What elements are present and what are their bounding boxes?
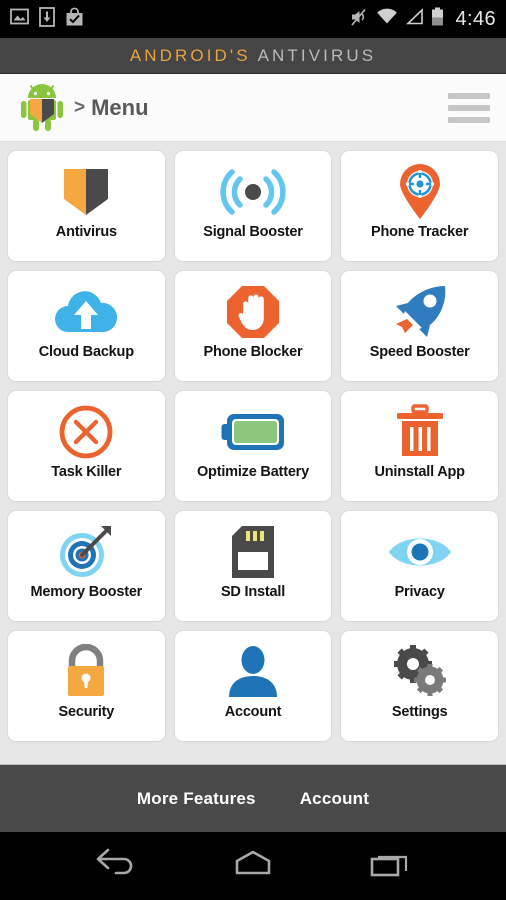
brand-title-part1: ANDROID'S [129,45,251,65]
tile-cloud-backup[interactable]: Cloud Backup [7,270,166,382]
brand-title: ANDROID'S ANTIVIRUS [130,46,376,66]
tile-label: Account [224,704,282,720]
trash-can-icon [395,402,445,462]
hamburger-bar [448,104,490,111]
tile-label: Privacy [394,584,445,600]
target-arrow-icon [57,522,115,582]
image-icon [10,7,29,31]
status-bar-left-icons [10,6,84,32]
tile-account[interactable]: Account [173,630,333,742]
tile-label: Signal Booster [203,224,303,240]
tile-privacy[interactable]: Privacy [340,510,499,622]
rocket-icon [391,282,449,342]
tile-label: Settings [391,704,448,720]
shield-icon [59,162,113,222]
tile-label: Antivirus [55,224,117,240]
hamburger-menu-icon[interactable] [448,92,490,123]
status-bar: 4:46 [0,0,506,38]
header-separator: > [74,96,86,118]
tile-uninstall-app[interactable]: Uninstall App [340,390,499,502]
download-icon [39,6,55,32]
tile-signal-booster[interactable]: Signal Booster [173,150,333,262]
wifi-icon [376,8,398,31]
eye-icon [387,522,453,582]
tile-label: Memory Booster [30,584,143,600]
play-store-bag-icon [65,7,84,32]
tile-label: SD Install [220,584,286,600]
map-pin-crosshair-icon [396,162,444,222]
tile-phone-blocker[interactable]: Phone Blocker [173,270,333,382]
tile-optimize-battery[interactable]: Optimize Battery [173,390,333,502]
menu-grid-area: Antivirus Signal Booster Phone Tracker C… [0,142,506,764]
app-root: 4:46 ANDROID'S ANTIVIRUS > Menu Antiviru… [0,0,506,900]
tile-label: Security [58,704,115,720]
menu-grid: Antivirus Signal Booster Phone Tracker C… [7,150,499,742]
tile-settings[interactable]: Settings [340,630,499,742]
tile-label: Uninstall App [374,464,466,480]
brand-bar: ANDROID'S ANTIVIRUS [0,38,506,74]
back-button[interactable] [92,847,140,886]
bottom-tab-bar: More Features Account [0,764,506,832]
mute-icon [349,7,369,32]
gears-icon [391,642,449,702]
battery-full-icon [220,402,286,462]
cloud-upload-icon [53,282,119,342]
tile-phone-tracker[interactable]: Phone Tracker [340,150,499,262]
sd-card-icon [230,522,276,582]
battery-icon [431,7,444,32]
android-shield-logo[interactable] [18,82,66,134]
hamburger-bar [448,116,490,123]
system-nav-bar [0,832,506,900]
tile-antivirus[interactable]: Antivirus [7,150,166,262]
status-bar-right-icons: 4:46 [349,7,496,32]
person-icon [225,642,281,702]
home-button[interactable] [229,847,277,886]
tile-label: Phone Tracker [370,224,469,240]
status-bar-clock: 4:46 [455,7,496,30]
tab-more-features[interactable]: More Features [137,789,256,809]
tile-label: Task Killer [51,464,122,480]
app-header: > Menu [0,74,506,142]
tile-label: Optimize Battery [196,464,309,480]
cell-signal-icon [405,7,424,31]
tile-task-killer[interactable]: Task Killer [7,390,166,502]
tile-speed-booster[interactable]: Speed Booster [340,270,499,382]
tile-security[interactable]: Security [7,630,166,742]
tile-label: Speed Booster [369,344,470,360]
tile-sd-install[interactable]: SD Install [173,510,333,622]
tile-label: Phone Blocker [203,344,303,360]
padlock-icon [60,642,112,702]
hamburger-bar [448,92,490,99]
stop-hand-icon [225,282,281,342]
page-title: Menu [91,94,149,120]
tile-label: Cloud Backup [38,344,134,360]
tile-memory-booster[interactable]: Memory Booster [7,510,166,622]
recents-button[interactable] [366,847,414,886]
brand-title-part2: ANTIVIRUS [257,45,377,65]
circle-x-icon [58,402,114,462]
tab-account[interactable]: Account [300,789,369,809]
signal-waves-icon [218,162,288,222]
